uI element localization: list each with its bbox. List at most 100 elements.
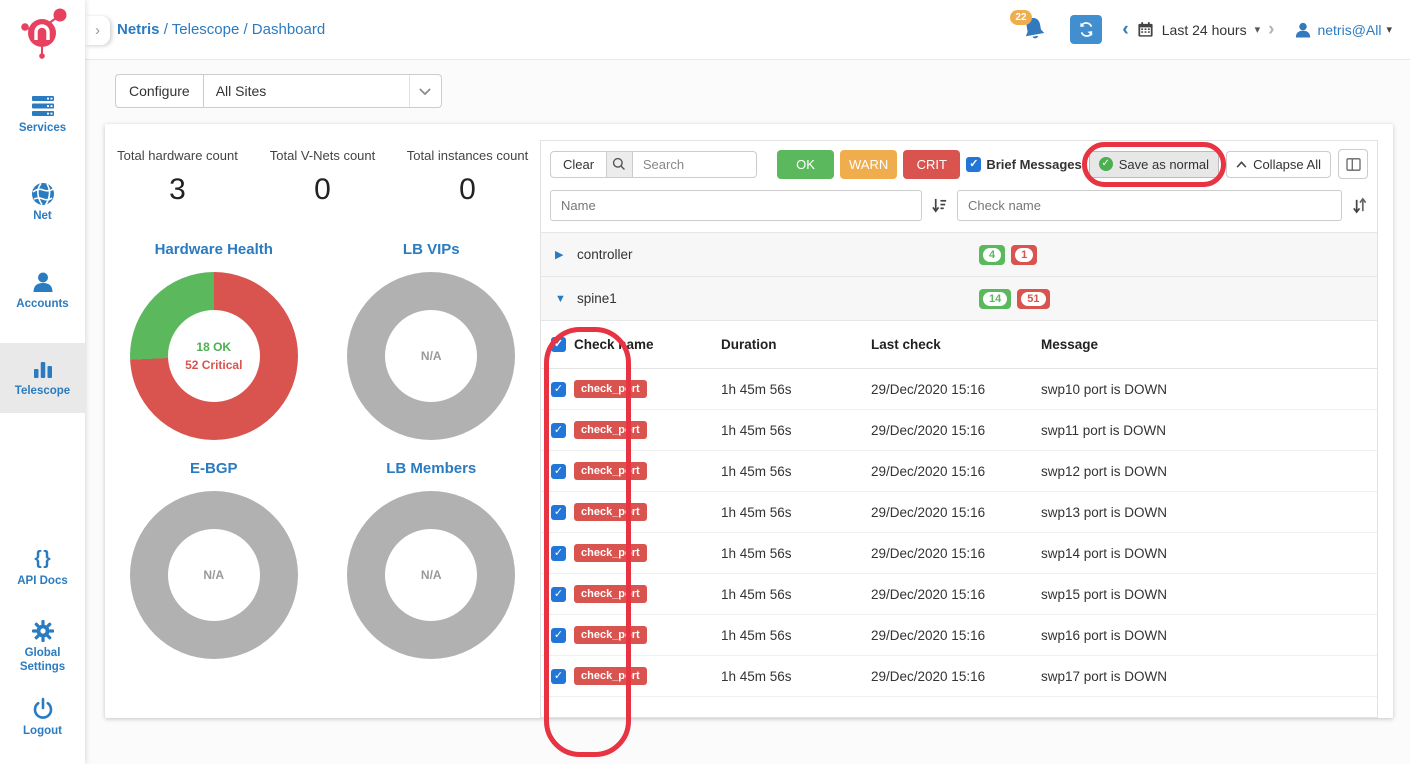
sort-up-down-icon[interactable] [1351, 197, 1368, 214]
row-checkbox[interactable] [551, 505, 566, 520]
table-row[interactable]: check_port 1h 45m 56s 29/Dec/2020 15:16 … [541, 451, 1377, 492]
row-checkbox[interactable] [551, 382, 566, 397]
columns-icon [1346, 158, 1361, 171]
message-cell: swp15 port is DOWN [1041, 587, 1367, 602]
name-filter-input[interactable] [550, 190, 922, 221]
group-badges: 14 51 [979, 289, 1050, 309]
hardware-health-donut-chart[interactable]: 18 OK 52 Critical [130, 272, 298, 440]
row-checkbox[interactable] [551, 464, 566, 479]
last-check-cell: 29/Dec/2020 15:16 [871, 464, 1041, 479]
chevron-down-icon[interactable] [409, 75, 441, 107]
sidebar-item-accounts[interactable]: Accounts [0, 264, 85, 318]
sidebar-item-label: Accounts [16, 298, 68, 312]
stat-instances-count: Total instances count 0 [395, 148, 540, 207]
collapse-arrow-icon[interactable]: ▼ [555, 293, 569, 305]
table-row[interactable]: check_port 1h 45m 56s 29/Dec/2020 15:16 … [541, 492, 1377, 533]
refresh-button[interactable] [1070, 15, 1102, 44]
breadcrumb-path[interactable]: / Telescope / Dashboard [160, 21, 326, 38]
table-row[interactable]: check_port 1h 45m 56s 29/Dec/2020 15:16 … [541, 574, 1377, 615]
collapse-all-label: Collapse All [1253, 157, 1321, 172]
donut-title: Hardware Health [130, 241, 298, 258]
site-selector[interactable]: All Sites [204, 74, 442, 108]
donut-na-label: N/A [421, 566, 442, 584]
brief-messages-toggle[interactable]: Brief Messages [966, 157, 1081, 172]
sidebar-item-net[interactable]: Net [0, 176, 85, 230]
stat-value: 3 [105, 173, 250, 207]
donut-title: LB VIPs [347, 241, 515, 258]
group-row-controller[interactable]: ▶ controller 4 1 [541, 233, 1377, 277]
row-checkbox[interactable] [551, 587, 566, 602]
check-name-badge: check_port [574, 503, 647, 521]
sidebar-item-telescope[interactable]: Telescope [0, 343, 85, 413]
search-input[interactable] [633, 151, 757, 178]
check-name-badge: check_port [574, 462, 647, 480]
prev-range-button[interactable]: ‹ [1122, 20, 1128, 39]
user-label: netris@All [1317, 22, 1381, 38]
donut-na-label: N/A [421, 347, 442, 365]
clear-button[interactable]: Clear [550, 151, 607, 178]
group-row-spine1[interactable]: ▼ spine1 14 51 [541, 277, 1377, 321]
sidebar-item-api-docs[interactable]: { } API Docs [0, 541, 85, 595]
expand-arrow-icon[interactable]: ▶ [555, 248, 569, 261]
last-check-header[interactable]: Last check [871, 337, 1041, 352]
table-row[interactable]: check_port 1h 45m 56s 29/Dec/2020 15:16 … [541, 615, 1377, 656]
check-name-filter-input[interactable] [957, 190, 1342, 221]
monitor-toolbar: Clear OK WARN CRIT Brief Messages [541, 141, 1377, 187]
netris-logo-icon[interactable] [15, 6, 71, 60]
breadcrumb[interactable]: Netris / Telescope / Dashboard [117, 21, 325, 38]
time-range-caret-icon[interactable]: ▾ [1255, 23, 1261, 36]
select-all-checkbox[interactable] [551, 337, 566, 352]
table-row[interactable]: check_port 1h 45m 56s 29/Dec/2020 15:16 … [541, 369, 1377, 410]
group-name: spine1 [577, 291, 617, 306]
duration-cell: 1h 45m 56s [721, 382, 871, 397]
table-row[interactable]: check_port 1h 45m 56s 29/Dec/2020 15:16 … [541, 533, 1377, 574]
sidebar-item-logout[interactable]: Logout [0, 691, 85, 745]
group-badges: 4 1 [979, 245, 1037, 265]
search-group: Clear [550, 151, 757, 178]
stats-section: Total hardware count 3 Total V-Nets coun… [105, 124, 540, 659]
monitoring-panel: Clear OK WARN CRIT Brief Messages [540, 140, 1378, 718]
stat-label: Total hardware count [105, 148, 250, 163]
check-name-badge: check_port [574, 626, 647, 644]
ok-count-badge: 14 [979, 289, 1011, 309]
column-settings-button[interactable] [1338, 149, 1368, 179]
duration-cell: 1h 45m 56s [721, 587, 871, 602]
check-name-badge: check_port [574, 544, 647, 562]
last-check-cell: 29/Dec/2020 15:16 [871, 669, 1041, 684]
check-name-header[interactable]: Check name [574, 337, 654, 352]
message-cell: swp14 port is DOWN [1041, 546, 1367, 561]
detail-table-body: check_port 1h 45m 56s 29/Dec/2020 15:16 … [541, 369, 1377, 697]
brief-messages-checkbox[interactable] [966, 157, 981, 172]
crit-filter-button[interactable]: CRIT [903, 150, 960, 179]
table-row[interactable]: check_port 1h 45m 56s 29/Dec/2020 15:16 … [541, 656, 1377, 697]
message-header[interactable]: Message [1041, 337, 1367, 352]
sort-amount-icon[interactable] [931, 197, 948, 214]
critical-count-badge: 51 [1017, 289, 1049, 309]
duration-header[interactable]: Duration [721, 337, 871, 352]
row-checkbox[interactable] [551, 669, 566, 684]
chevron-up-icon [1236, 161, 1247, 168]
breadcrumb-root[interactable]: Netris [117, 21, 160, 38]
sidebar-item-label: Global Settings [2, 647, 83, 675]
sidebar-item-global-settings[interactable]: Global Settings [0, 613, 85, 681]
notifications-button[interactable]: 22 [1020, 15, 1050, 45]
row-checkbox[interactable] [551, 546, 566, 561]
warn-filter-button[interactable]: WARN [840, 150, 897, 179]
duration-cell: 1h 45m 56s [721, 423, 871, 438]
row-checkbox[interactable] [551, 423, 566, 438]
time-range-label[interactable]: Last 24 hours [1162, 22, 1247, 38]
stat-vnets-count: Total V-Nets count 0 [250, 148, 395, 207]
duration-cell: 1h 45m 56s [721, 628, 871, 643]
ok-filter-button[interactable]: OK [777, 150, 834, 179]
row-checkbox[interactable] [551, 628, 566, 643]
next-range-button[interactable]: › [1268, 20, 1274, 39]
user-menu[interactable]: netris@All ▾ [1294, 21, 1392, 39]
save-as-normal-button[interactable]: Save as normal [1089, 151, 1219, 178]
sidebar-collapse-handle[interactable]: › [85, 16, 110, 45]
last-check-cell: 29/Dec/2020 15:16 [871, 546, 1041, 561]
table-row[interactable]: check_port 1h 45m 56s 29/Dec/2020 15:16 … [541, 410, 1377, 451]
sidebar-item-services[interactable]: Services [0, 88, 85, 142]
collapse-all-button[interactable]: Collapse All [1226, 151, 1331, 178]
donut-grid: Hardware Health 18 OK 52 Critical LB VIP… [105, 241, 540, 659]
configure-button[interactable]: Configure [115, 74, 204, 108]
